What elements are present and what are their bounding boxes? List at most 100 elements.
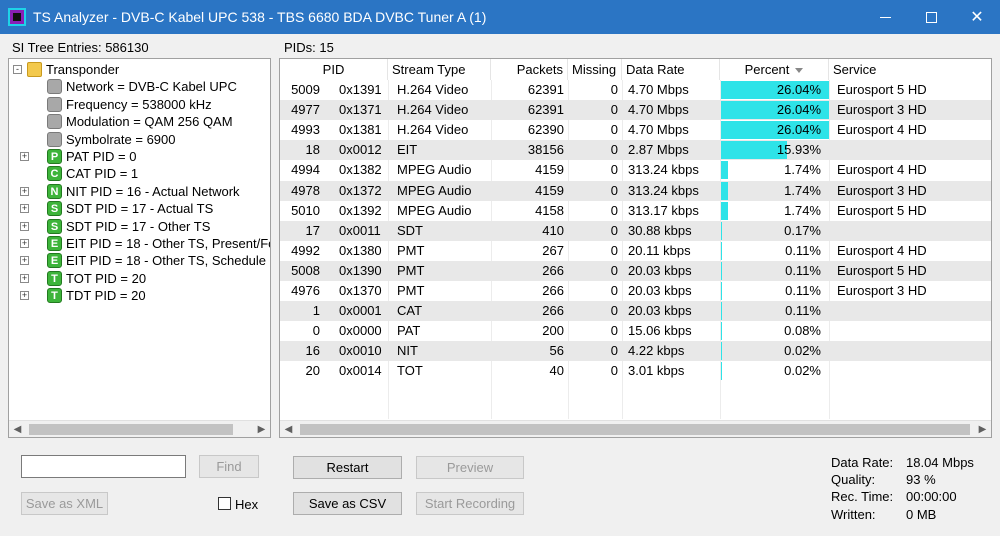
tree-item[interactable]: + N NIT PID = 16 - Actual Network	[9, 183, 270, 201]
percent-cell: 1.74%	[784, 202, 821, 218]
col-header-missing[interactable]: Missing	[568, 59, 622, 80]
tree-item[interactable]: Modulation = QAM 256 QAM	[9, 113, 270, 131]
find-button[interactable]: Find	[199, 455, 259, 478]
col-header-stream-type[interactable]: Stream Type	[388, 59, 491, 80]
pid-decimal-cell: 20	[305, 363, 320, 379]
find-input[interactable]	[21, 455, 186, 478]
expand-icon[interactable]: +	[20, 221, 29, 231]
missing-cell: 0	[610, 182, 618, 198]
service-cell: Eurosport 4 HD	[837, 162, 927, 178]
tree-item[interactable]: + T TOT PID = 20	[9, 270, 270, 288]
restart-button[interactable]: Restart	[293, 456, 402, 479]
table-row[interactable]: 5010 0x1392 MPEG Audio 4158 0 313.17 kbps Euro…	[280, 201, 991, 221]
expand-icon[interactable]: +	[20, 186, 29, 196]
expand-icon[interactable]: +	[20, 239, 29, 248]
pid-table[interactable]: PID Stream Type Packets Missing Data Rat…	[279, 58, 992, 438]
packets-cell: 266	[542, 262, 564, 278]
percent-cell: 0.08%	[784, 323, 821, 339]
col-header-data-rate[interactable]: Data Rate	[622, 59, 720, 80]
tree-item[interactable]: C CAT PID = 1	[9, 165, 270, 183]
table-row[interactable]: 16 0x0010 NIT 56 0 4.22 kbps 0.02%	[280, 341, 991, 362]
col-header-percent[interactable]: Percent	[720, 59, 829, 80]
tree-item[interactable]: + T TDT PID = 20	[9, 287, 270, 305]
table-row[interactable]: 4977 0x1371 H.264 Video 62391 0 4.70 Mbps Euro…	[280, 100, 991, 121]
tree-item[interactable]: - Transponder	[9, 61, 270, 79]
tree-item[interactable]: + E EIT PID = 18 - Other TS, Schedule	[9, 252, 270, 270]
stream-type-cell: SDT	[397, 222, 423, 238]
table-row[interactable]: 5008 0x1390 PMT 266 0 20.03 kbps Eurosport 5 H…	[280, 260, 991, 281]
pid-decimal-cell: 5009	[291, 82, 320, 97]
table-node-icon: C	[47, 166, 62, 182]
tree-item[interactable]: + S SDT PID = 17 - Other TS	[9, 218, 270, 236]
si-tree[interactable]: - Transponder Network = DVB-C Kabel UPC Fre…	[8, 58, 271, 438]
save-as-csv-button[interactable]: Save as CSV	[293, 492, 402, 515]
tree-item[interactable]: Frequency = 538000 kHz	[9, 96, 270, 114]
pid-decimal-cell: 4993	[291, 122, 320, 138]
collapse-icon[interactable]: -	[13, 65, 22, 74]
table-row[interactable]: 4993 0x1381 H.264 Video 62390 0 4.70 Mbps Euro…	[280, 120, 991, 140]
table-row[interactable]: 4978 0x1372 MPEG Audio 4159 0 313.24 kbps Euro…	[280, 180, 991, 201]
expand-icon[interactable]: +	[20, 256, 29, 266]
percent-cell: 0.17%	[784, 222, 821, 238]
tree-item[interactable]: + E EIT PID = 18 - Other TS, Present/Follo…	[9, 235, 270, 253]
tree-item-label: TOT PID = 20	[66, 270, 147, 286]
quality-label: Quality:	[831, 472, 876, 487]
pid-hex-cell: 0x0011	[339, 222, 381, 238]
hex-checkbox[interactable]	[218, 497, 231, 510]
tree-item[interactable]: + S SDT PID = 17 - Actual TS	[9, 200, 270, 218]
pid-hex-cell: 0x0000	[339, 323, 382, 339]
maximize-button[interactable]	[908, 0, 954, 34]
table-row[interactable]: 5009 0x1391 H.264 Video 62391 0 4.70 Mbps Euro…	[280, 80, 991, 100]
close-button[interactable]: ✕	[954, 0, 1000, 34]
scroll-left-icon[interactable]: ◀	[9, 421, 26, 437]
table-row[interactable]: 4994 0x1382 MPEG Audio 4159 0 313.24 kbps Euro…	[280, 160, 991, 180]
missing-cell: 0	[610, 142, 618, 158]
missing-cell: 0	[610, 283, 618, 298]
tree-item[interactable]: + P PAT PID = 0	[9, 148, 270, 166]
packets-cell: 4158	[535, 202, 564, 218]
pid-hex-cell: 0x1381	[339, 122, 382, 138]
table-row[interactable]: 17 0x0011 SDT 410 0 30.88 kbps 0.17%	[280, 220, 991, 241]
expand-icon[interactable]: +	[20, 273, 29, 283]
tree-horizontal-scrollbar[interactable]: ◀ ▶	[9, 420, 270, 437]
pid-hex-cell: 0x1392	[339, 202, 382, 218]
data-rate-cell: 20.03 kbps	[628, 262, 692, 278]
col-header-service[interactable]: Service	[829, 59, 991, 80]
expand-icon[interactable]: +	[20, 204, 29, 214]
start-recording-button[interactable]: Start Recording	[416, 492, 524, 515]
table-row[interactable]: 20 0x0014 TOT 40 0 3.01 kbps 0.02%	[280, 361, 991, 381]
percent-cell: 0.11%	[785, 262, 821, 278]
col-header-pid[interactable]: PID	[280, 59, 388, 80]
data-rate-label: Data Rate:	[831, 455, 894, 470]
tree-item[interactable]: Network = DVB-C Kabel UPC	[9, 78, 270, 96]
save-as-xml-button[interactable]: Save as XML	[21, 492, 108, 515]
scroll-right-icon[interactable]: ▶	[253, 421, 270, 437]
packets-cell: 410	[542, 222, 564, 238]
table-row[interactable]: 1 0x0001 CAT 266 0 20.03 kbps 0.11%	[280, 301, 991, 322]
packets-cell: 266	[542, 303, 564, 319]
title-bar: TS Analyzer - DVB-C Kabel UPC 538 - TBS …	[0, 0, 1000, 34]
table-row[interactable]: 4992 0x1380 PMT 267 0 20.11 kbps Eurosport 4 H…	[280, 241, 991, 261]
expand-icon[interactable]: +	[20, 291, 29, 301]
tree-item-label: NIT PID = 16 - Actual Network	[66, 183, 240, 199]
missing-cell: 0	[610, 303, 618, 319]
expand-icon[interactable]: +	[20, 152, 29, 161]
table-node-icon: P	[47, 149, 62, 164]
data-rate-cell: 3.01 kbps	[628, 363, 685, 379]
scroll-thumb[interactable]	[300, 424, 970, 435]
scroll-thumb[interactable]	[29, 424, 233, 435]
table-row[interactable]: 0 0x0000 PAT 200 0 15.06 kbps 0.08%	[280, 321, 991, 341]
table-row[interactable]: 18 0x0012 EIT 38156 0 2.87 Mbps 15.93%	[280, 140, 991, 161]
col-header-packets[interactable]: Packets	[491, 59, 568, 80]
preview-button[interactable]: Preview	[416, 456, 524, 479]
tree-item[interactable]: Symbolrate = 6900	[9, 131, 270, 149]
service-cell	[833, 361, 991, 381]
table-horizontal-scrollbar[interactable]: ◀ ▶	[280, 420, 991, 437]
packets-cell: 38156	[527, 142, 564, 158]
table-row[interactable]: 4976 0x1370 PMT 266 0 20.03 kbps Eurosport 3 H…	[280, 281, 991, 301]
sort-desc-icon	[795, 68, 804, 74]
scroll-left-icon[interactable]: ◀	[280, 421, 297, 437]
scroll-right-icon[interactable]: ▶	[974, 421, 991, 437]
minimize-button[interactable]	[862, 0, 908, 34]
percent-cell: 26.04%	[776, 102, 821, 118]
